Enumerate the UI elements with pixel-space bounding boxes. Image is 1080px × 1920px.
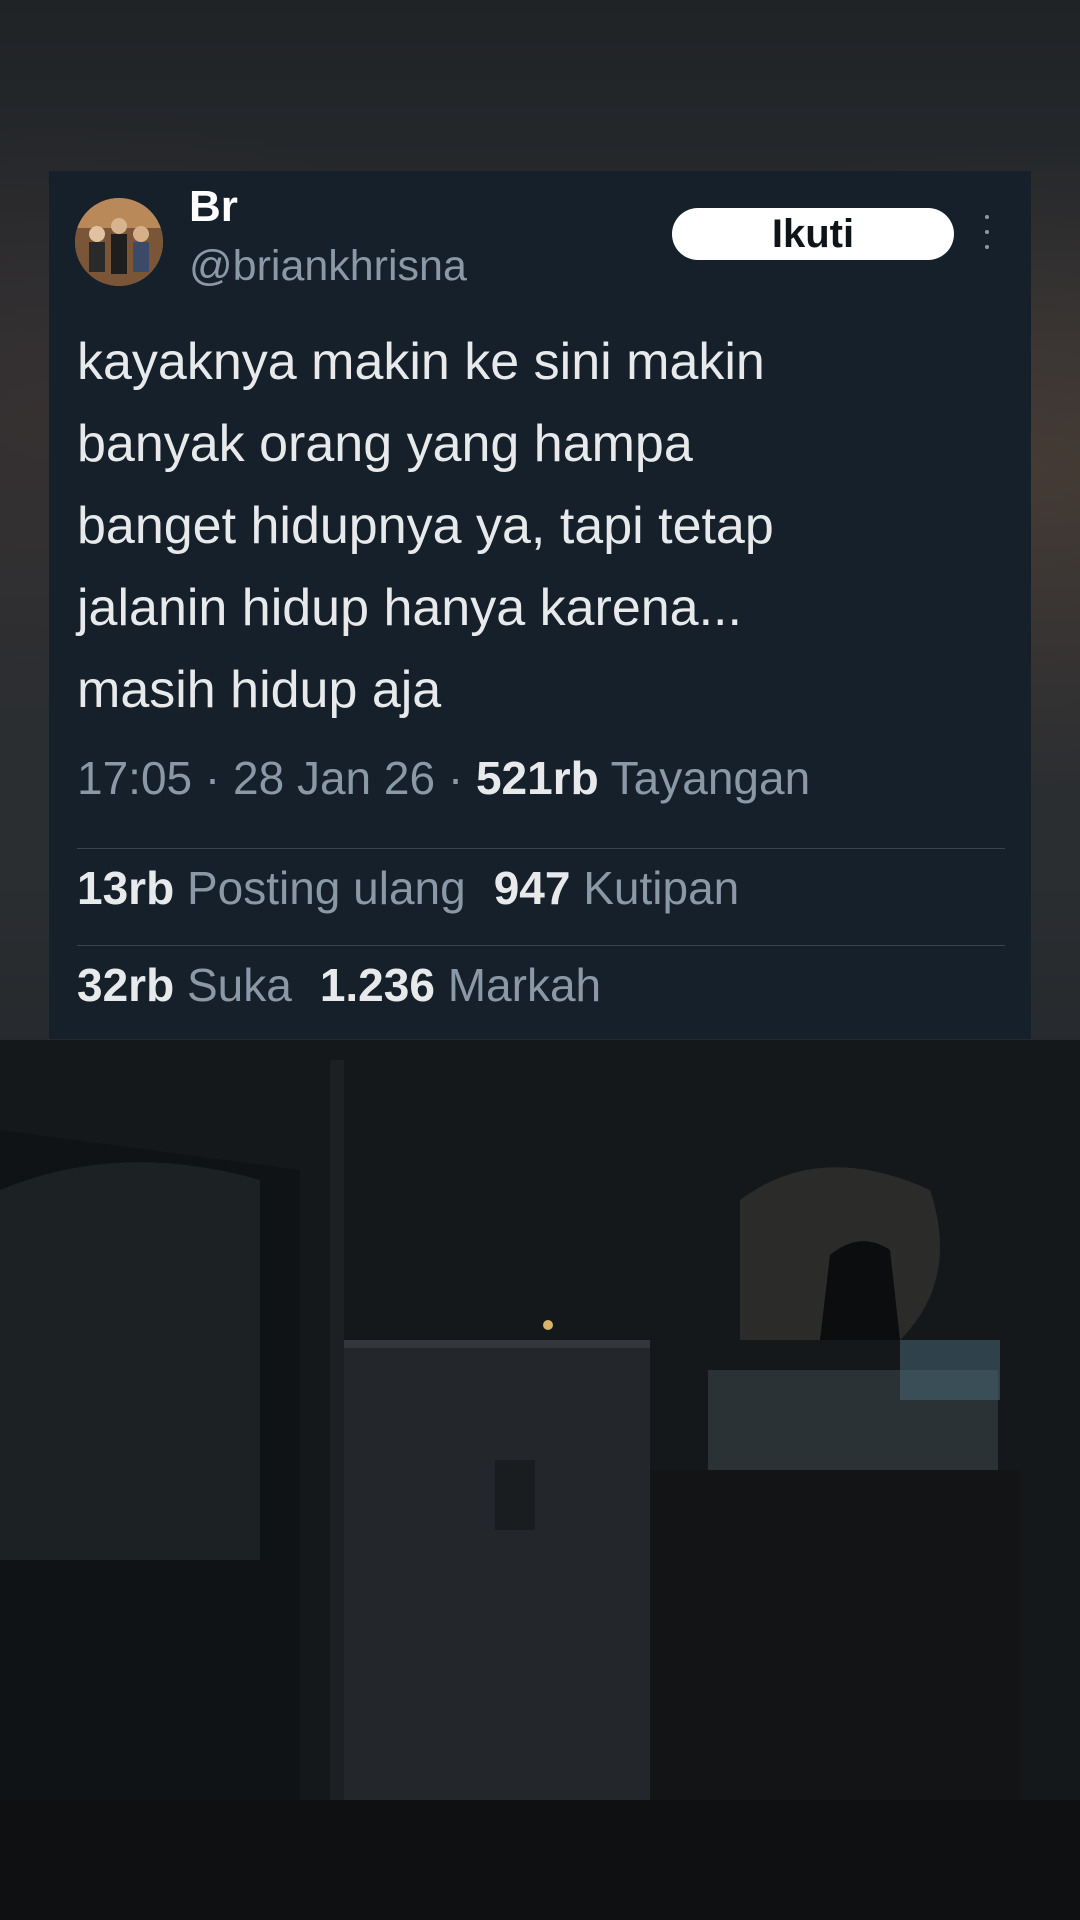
avatar[interactable] [75,198,163,286]
user-handle[interactable]: @briankhrisna [189,242,467,290]
background-night-scene [0,1040,1080,1920]
quotes-count: 947 [493,862,571,914]
reposts-label: Posting ulang [186,862,466,914]
follow-button[interactable]: Ikuti [672,208,954,260]
tweet-meta: 17:05 · 28 Jan 26 · 521rb Tayangan [77,751,810,805]
reposts-stat[interactable]: 13rb Posting ulang [77,862,466,914]
avatar-photo-icon [75,198,163,286]
more-vertical-icon[interactable] [981,215,993,249]
display-name[interactable]: Br [189,182,238,231]
repost-stats-row: 13rb Posting ulang 947 Kutipan [77,861,739,915]
like-stats-row: 32rb Suka 1.236 Markah [77,958,601,1012]
divider [77,848,1005,849]
bookmarks-stat[interactable]: 1.236 Markah [320,959,601,1011]
meta-separator: · [435,752,476,804]
tweet-time[interactable]: 17:05 [77,752,192,804]
reposts-count: 13rb [77,862,175,914]
tweet-date[interactable]: 28 Jan 26 [233,752,435,804]
likes-count: 32rb [77,959,175,1011]
meta-separator: · [192,752,234,804]
quotes-label: Kutipan [583,862,740,914]
tweet-card[interactable]: Br @briankhrisna Ikuti kayaknya makin ke… [49,171,1031,1039]
bookmarks-label: Markah [447,959,602,1011]
story-frame: Br @briankhrisna Ikuti kayaknya makin ke… [0,0,1080,1920]
bookmarks-count: 1.236 [319,959,435,1011]
views-count: 521rb [475,752,599,804]
likes-stat[interactable]: 32rb Suka [77,959,292,1011]
tweet-text: kayaknya makin ke sini makin banyak oran… [77,333,774,719]
divider [77,945,1005,946]
quotes-stat[interactable]: 947 Kutipan [494,862,740,914]
likes-label: Suka [186,959,292,1011]
views-label: Tayangan [610,752,811,804]
